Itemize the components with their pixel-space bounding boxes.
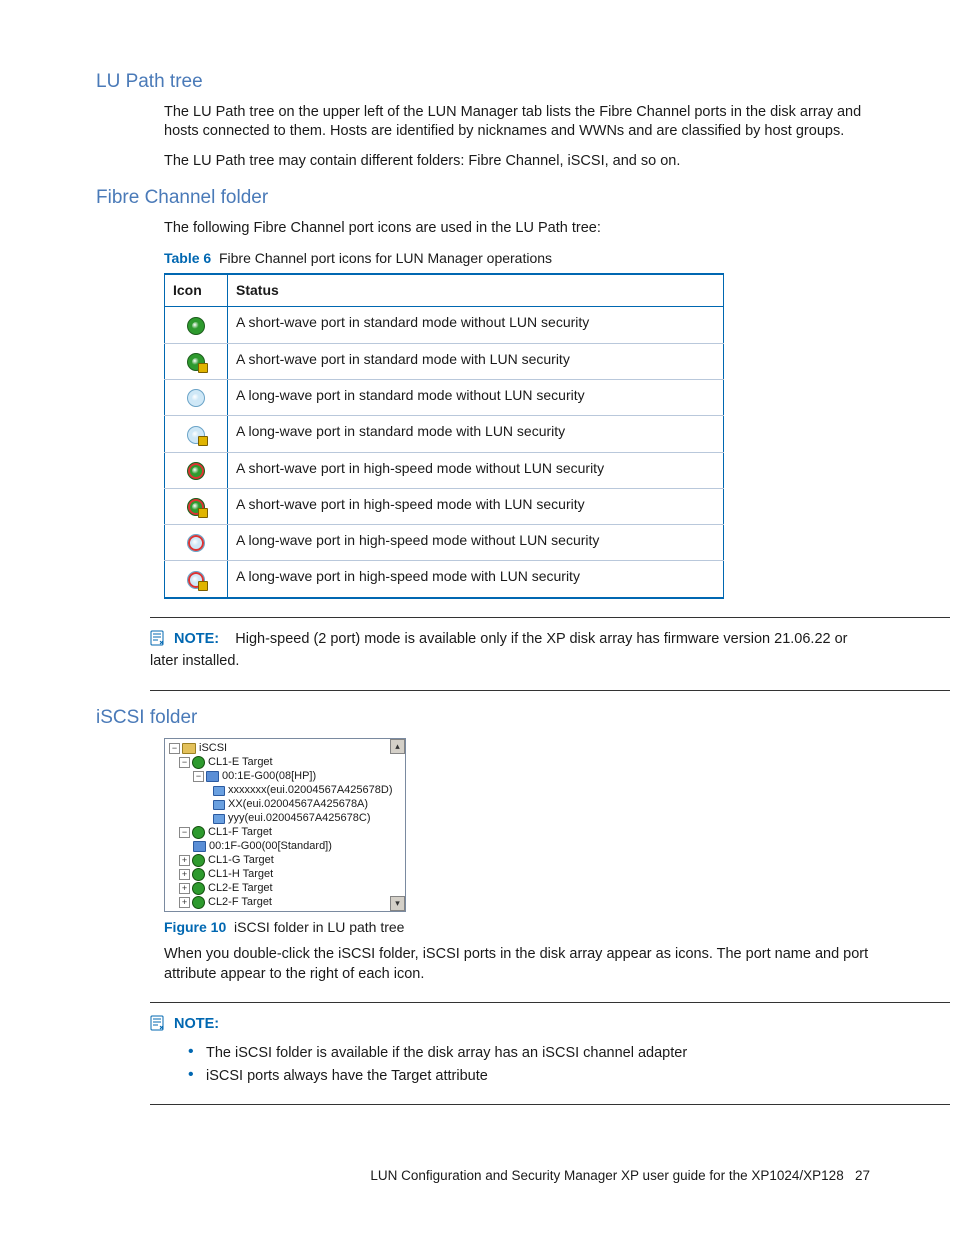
host-icon	[213, 814, 225, 824]
col-status: Status	[228, 274, 724, 306]
long-wave-highspeed-secure-icon	[187, 571, 205, 589]
table-row: A long-wave port in standard mode with L…	[165, 416, 724, 452]
short-wave-highspeed-secure-icon	[187, 498, 205, 516]
tree-label: XX(eui.02004567A425678A)	[228, 798, 368, 810]
fc-port-icon-table: Icon Status A short-wave port in standar…	[164, 273, 724, 598]
tree-label: CL2-E Target	[208, 882, 273, 894]
note-icon	[150, 630, 166, 653]
tree-label: CL1-E Target	[208, 756, 273, 768]
host-group-icon	[193, 841, 206, 852]
tree-node-cl2f[interactable]: +CL2-F Target	[165, 895, 405, 909]
table-row: A long-wave port in high-speed mode with…	[165, 561, 724, 598]
folder-icon	[182, 743, 196, 754]
status-text: A long-wave port in high-speed mode with…	[228, 525, 724, 561]
scroll-down-button[interactable]: ▾	[390, 896, 405, 911]
port-icon	[192, 826, 205, 839]
col-icon: Icon	[165, 274, 228, 306]
tree-node-host[interactable]: xxxxxxx(eui.02004567A425678D)	[165, 783, 405, 797]
status-text: A long-wave port in high-speed mode with…	[228, 561, 724, 598]
figure-10-text: iSCSI folder in LU path tree	[234, 919, 404, 935]
heading-lu-path-tree: LU Path tree	[96, 69, 874, 95]
scroll-up-button[interactable]: ▴	[390, 739, 405, 754]
iscsi-note-list: The iSCSI folder is available if the dis…	[188, 1044, 874, 1086]
host-icon	[213, 800, 225, 810]
tree-label: CL1-H Target	[208, 868, 273, 880]
table-6-text: Fibre Channel port icons for LUN Manager…	[219, 250, 552, 266]
fc-paragraph-1: The following Fibre Channel port icons a…	[164, 219, 874, 239]
tree-node-host[interactable]: XX(eui.02004567A425678A)	[165, 797, 405, 811]
heading-fibre-channel-folder: Fibre Channel folder	[96, 185, 874, 211]
port-icon	[192, 868, 205, 881]
list-item: iSCSI ports always have the Target attri…	[188, 1067, 874, 1087]
port-icon	[192, 882, 205, 895]
table-row: A short-wave port in high-speed mode wit…	[165, 452, 724, 488]
figure-10-caption: Figure 10 iSCSI folder in LU path tree	[164, 918, 874, 937]
tree-label: iSCSI	[199, 742, 227, 754]
list-item: The iSCSI folder is available if the dis…	[188, 1044, 874, 1064]
page-number: 27	[855, 1168, 870, 1183]
port-icon	[192, 896, 205, 909]
tree-node-host[interactable]: yyy(eui.02004567A425678C)	[165, 811, 405, 825]
table-6-label: Table 6	[164, 250, 211, 266]
table-6-caption: Table 6 Fibre Channel port icons for LUN…	[164, 249, 874, 268]
port-icon	[192, 854, 205, 867]
status-text: A short-wave port in standard mode with …	[228, 343, 724, 379]
iscsi-note: NOTE:	[150, 1015, 874, 1038]
tree-node-cl1h[interactable]: +CL1-H Target	[165, 867, 405, 881]
port-icon	[192, 756, 205, 769]
host-icon	[213, 786, 225, 796]
page-footer: LUN Configuration and Security Manager X…	[370, 1167, 870, 1185]
divider	[150, 690, 950, 691]
heading-iscsi-folder: iSCSI folder	[96, 705, 874, 731]
tree-node-iscsi[interactable]: −iSCSI	[165, 741, 405, 755]
tree-label: yyy(eui.02004567A425678C)	[228, 812, 371, 824]
status-text: A short-wave port in standard mode witho…	[228, 307, 724, 343]
table-row: A short-wave port in standard mode witho…	[165, 307, 724, 343]
divider	[150, 617, 950, 618]
iscsi-paragraph-1: When you double-click the iSCSI folder, …	[164, 945, 874, 984]
tree-label: CL2-F Target	[208, 896, 272, 908]
tree-node-cl1f[interactable]: −CL1-F Target	[165, 825, 405, 839]
iscsi-tree-panel: ▴ ▾ −iSCSI −CL1-E Target −00:1E-G00(08[H…	[164, 738, 406, 912]
tree-node-cl1e-group[interactable]: −00:1E-G00(08[HP])	[165, 769, 405, 783]
long-wave-highspeed-icon	[187, 534, 205, 552]
tree-node-cl1f-group[interactable]: 00:1F-G00(00[Standard])	[165, 839, 405, 853]
footer-title: LUN Configuration and Security Manager X…	[370, 1168, 843, 1183]
status-text: A long-wave port in standard mode withou…	[228, 379, 724, 415]
table-row: A short-wave port in high-speed mode wit…	[165, 488, 724, 524]
table-row: A long-wave port in standard mode withou…	[165, 379, 724, 415]
fc-note-text: High-speed (2 port) mode is available on…	[150, 631, 848, 670]
tree-label: 00:1E-G00(08[HP])	[222, 770, 316, 782]
divider	[150, 1104, 950, 1105]
short-wave-standard-icon	[187, 317, 205, 335]
tree-node-cl2e[interactable]: +CL2-E Target	[165, 881, 405, 895]
status-text: A long-wave port in standard mode with L…	[228, 416, 724, 452]
tree-node-cl1e[interactable]: −CL1-E Target	[165, 755, 405, 769]
host-group-icon	[206, 771, 219, 782]
table-row: A short-wave port in standard mode with …	[165, 343, 724, 379]
table-row: A long-wave port in high-speed mode with…	[165, 525, 724, 561]
note-label: NOTE:	[174, 1016, 219, 1032]
divider	[150, 1002, 950, 1003]
note-icon	[150, 1015, 166, 1038]
tree-node-cl1g[interactable]: +CL1-G Target	[165, 853, 405, 867]
long-wave-standard-secure-icon	[187, 426, 205, 444]
status-text: A short-wave port in high-speed mode wit…	[228, 452, 724, 488]
tree-label: 00:1F-G00(00[Standard])	[209, 840, 332, 852]
tree-label: xxxxxxx(eui.02004567A425678D)	[228, 784, 393, 796]
tree-label: CL1-F Target	[208, 826, 272, 838]
long-wave-standard-icon	[187, 389, 205, 407]
short-wave-standard-secure-icon	[187, 353, 205, 371]
lu-path-paragraph-2: The LU Path tree may contain different f…	[164, 152, 874, 172]
lu-path-paragraph-1: The LU Path tree on the upper left of th…	[164, 103, 874, 142]
figure-10-label: Figure 10	[164, 919, 226, 935]
tree-label: CL1-G Target	[208, 854, 274, 866]
note-label: NOTE:	[174, 631, 219, 647]
status-text: A short-wave port in high-speed mode wit…	[228, 488, 724, 524]
fc-note: NOTE: High-speed (2 port) mode is availa…	[150, 630, 874, 672]
short-wave-highspeed-icon	[187, 462, 205, 480]
